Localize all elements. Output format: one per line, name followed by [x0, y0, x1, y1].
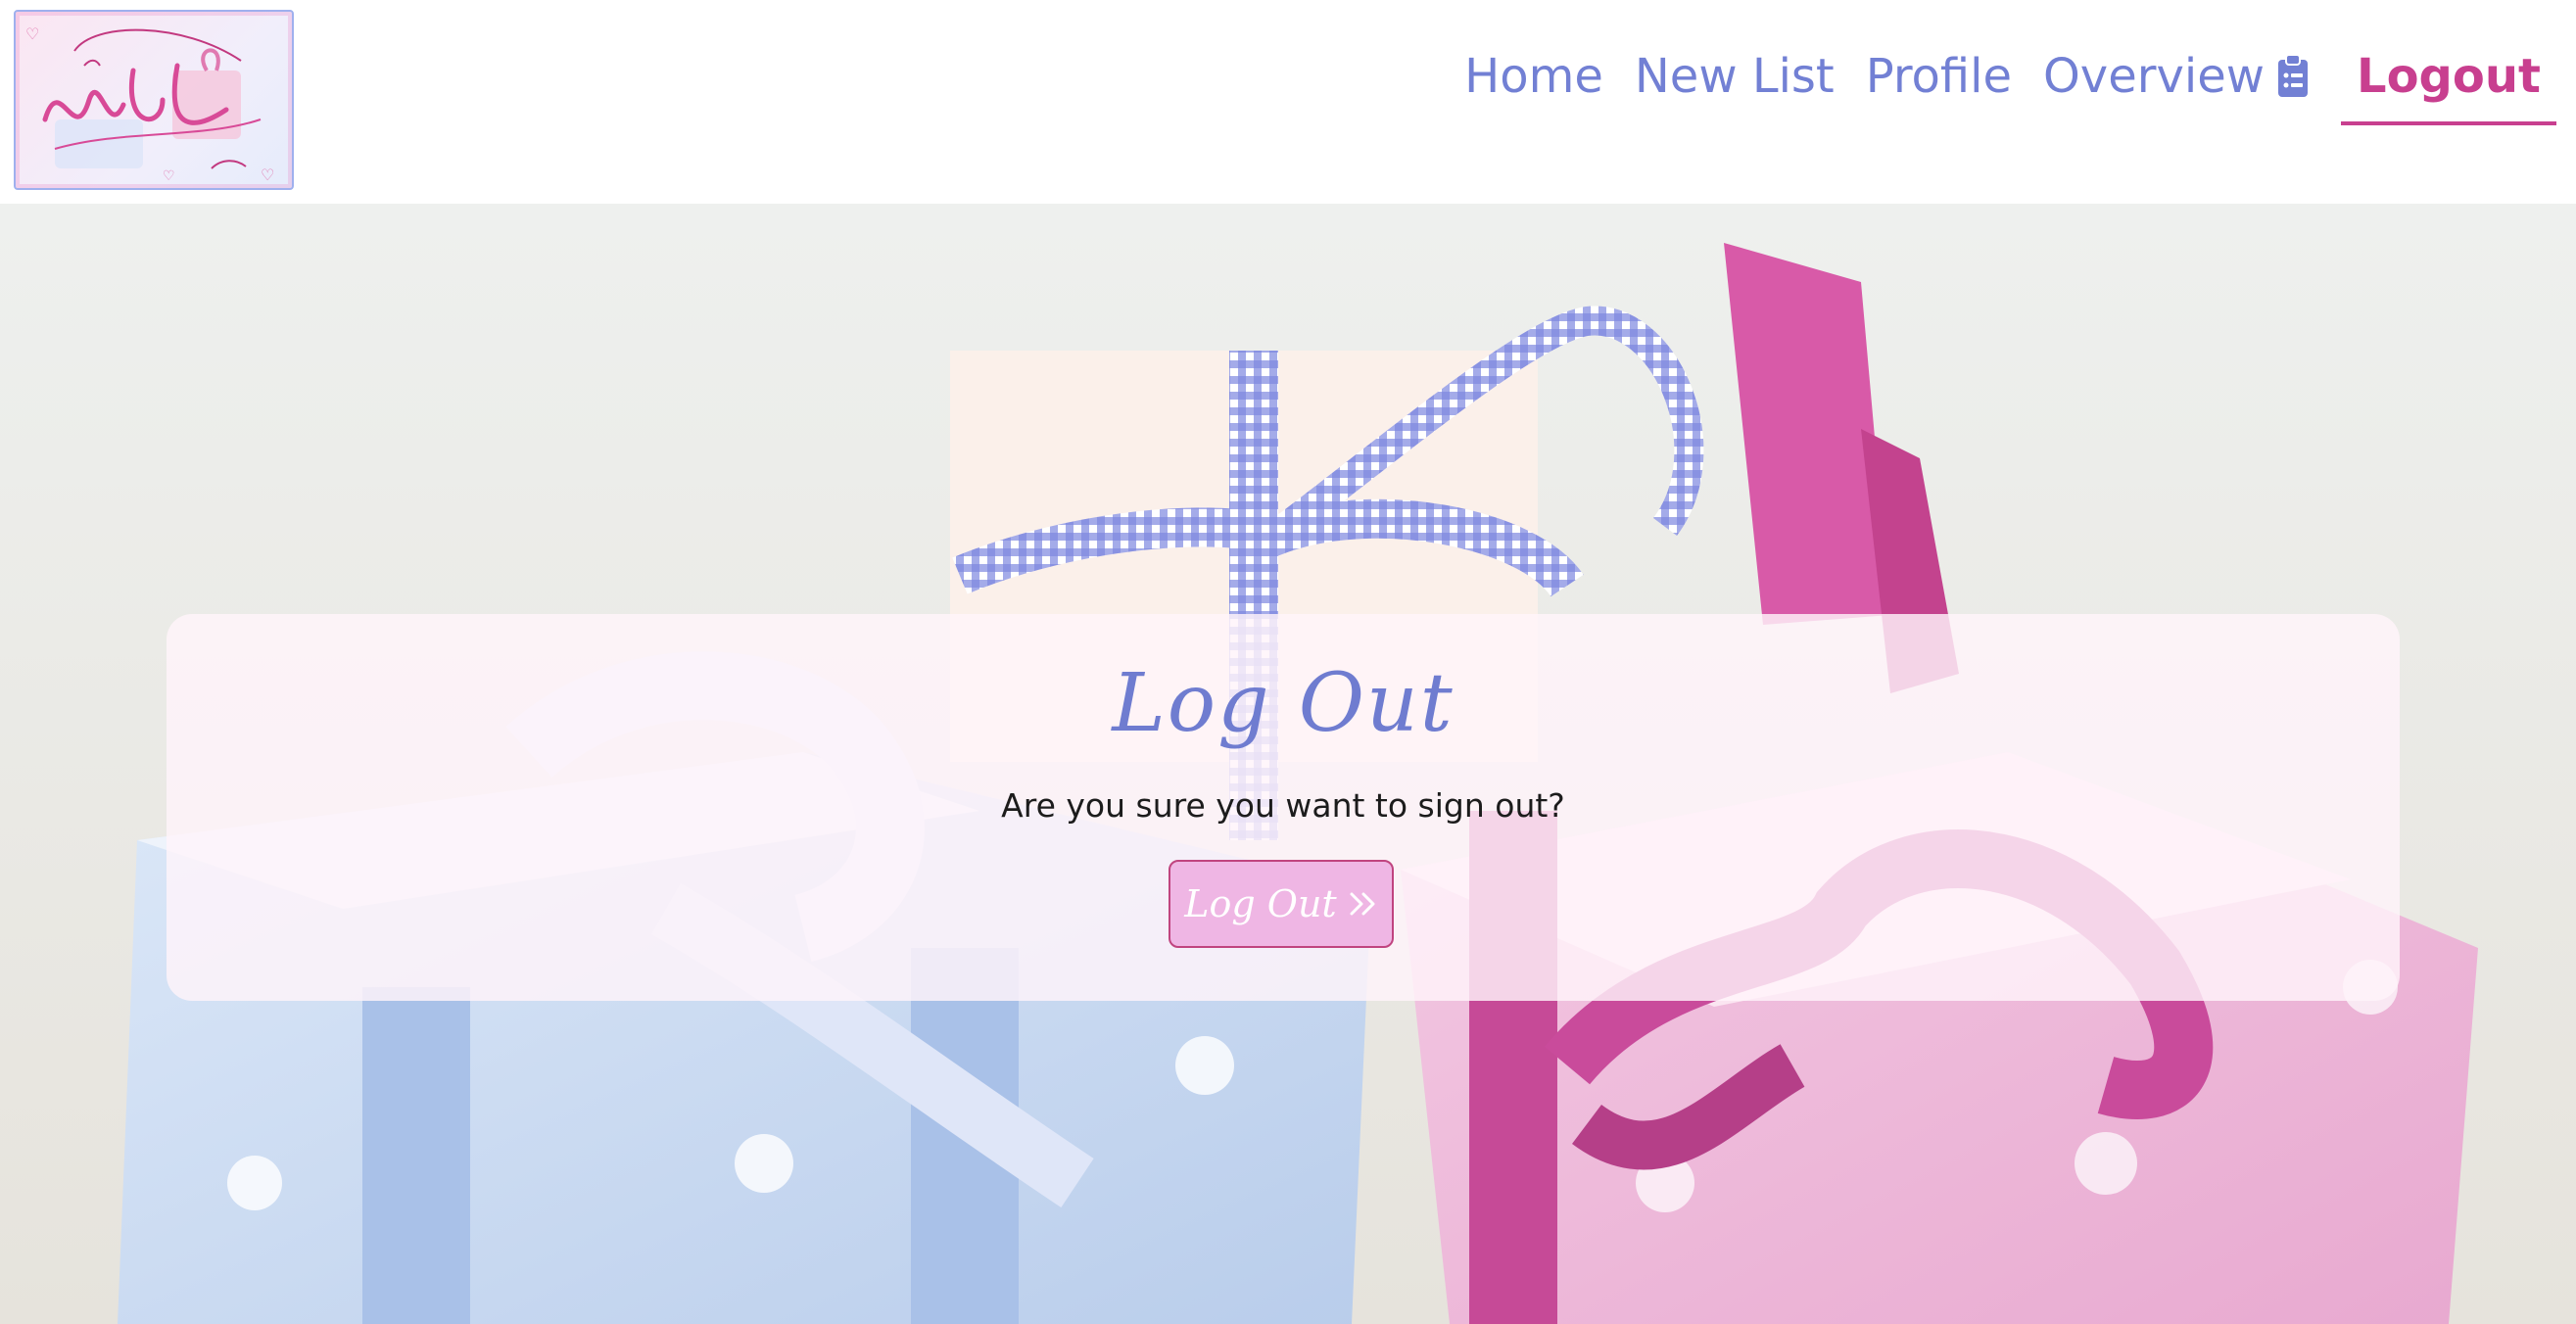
logout-button[interactable]: Log Out [1169, 860, 1394, 948]
nav-home[interactable]: Home [1464, 49, 1603, 125]
nav-overview[interactable]: Overview [2043, 49, 2310, 125]
svg-text:♡: ♡ [261, 166, 274, 184]
wish-list-logo[interactable]: ♡ ♡ ♡ [14, 10, 294, 190]
svg-text:♡: ♡ [163, 168, 175, 184]
nav-profile[interactable]: Profile [1866, 49, 2012, 125]
logo-graphic: ♡ ♡ ♡ [25, 24, 274, 184]
nav-new-list[interactable]: New List [1635, 49, 1835, 125]
clipboard-list-icon [2276, 54, 2310, 99]
logout-card: Log Out Are you sure you want to sign ou… [167, 614, 2400, 1001]
svg-text:♡: ♡ [25, 24, 39, 43]
main-nav: Home New List Profile Overview Logout [1464, 49, 2556, 125]
page: ♡ ♡ ♡ Home New List Profile Overview Log… [0, 0, 2576, 1324]
card-title: Log Out [1112, 657, 1455, 750]
nav-logout[interactable]: Logout [2340, 49, 2556, 125]
nav-overview-label: Overview [2043, 49, 2265, 104]
nav-logout-label: Logout [2356, 49, 2541, 104]
confirm-question: Are you sure you want to sign out? [1001, 786, 1565, 825]
nav-profile-label: Profile [1865, 49, 2012, 104]
logout-button-label: Log Out [1184, 882, 1337, 925]
double-chevron-right-icon [1349, 882, 1378, 925]
site-header: ♡ ♡ ♡ Home New List Profile Overview Log… [0, 0, 2576, 204]
nav-home-label: Home [1464, 49, 1603, 104]
nav-new-list-label: New List [1634, 49, 1835, 104]
